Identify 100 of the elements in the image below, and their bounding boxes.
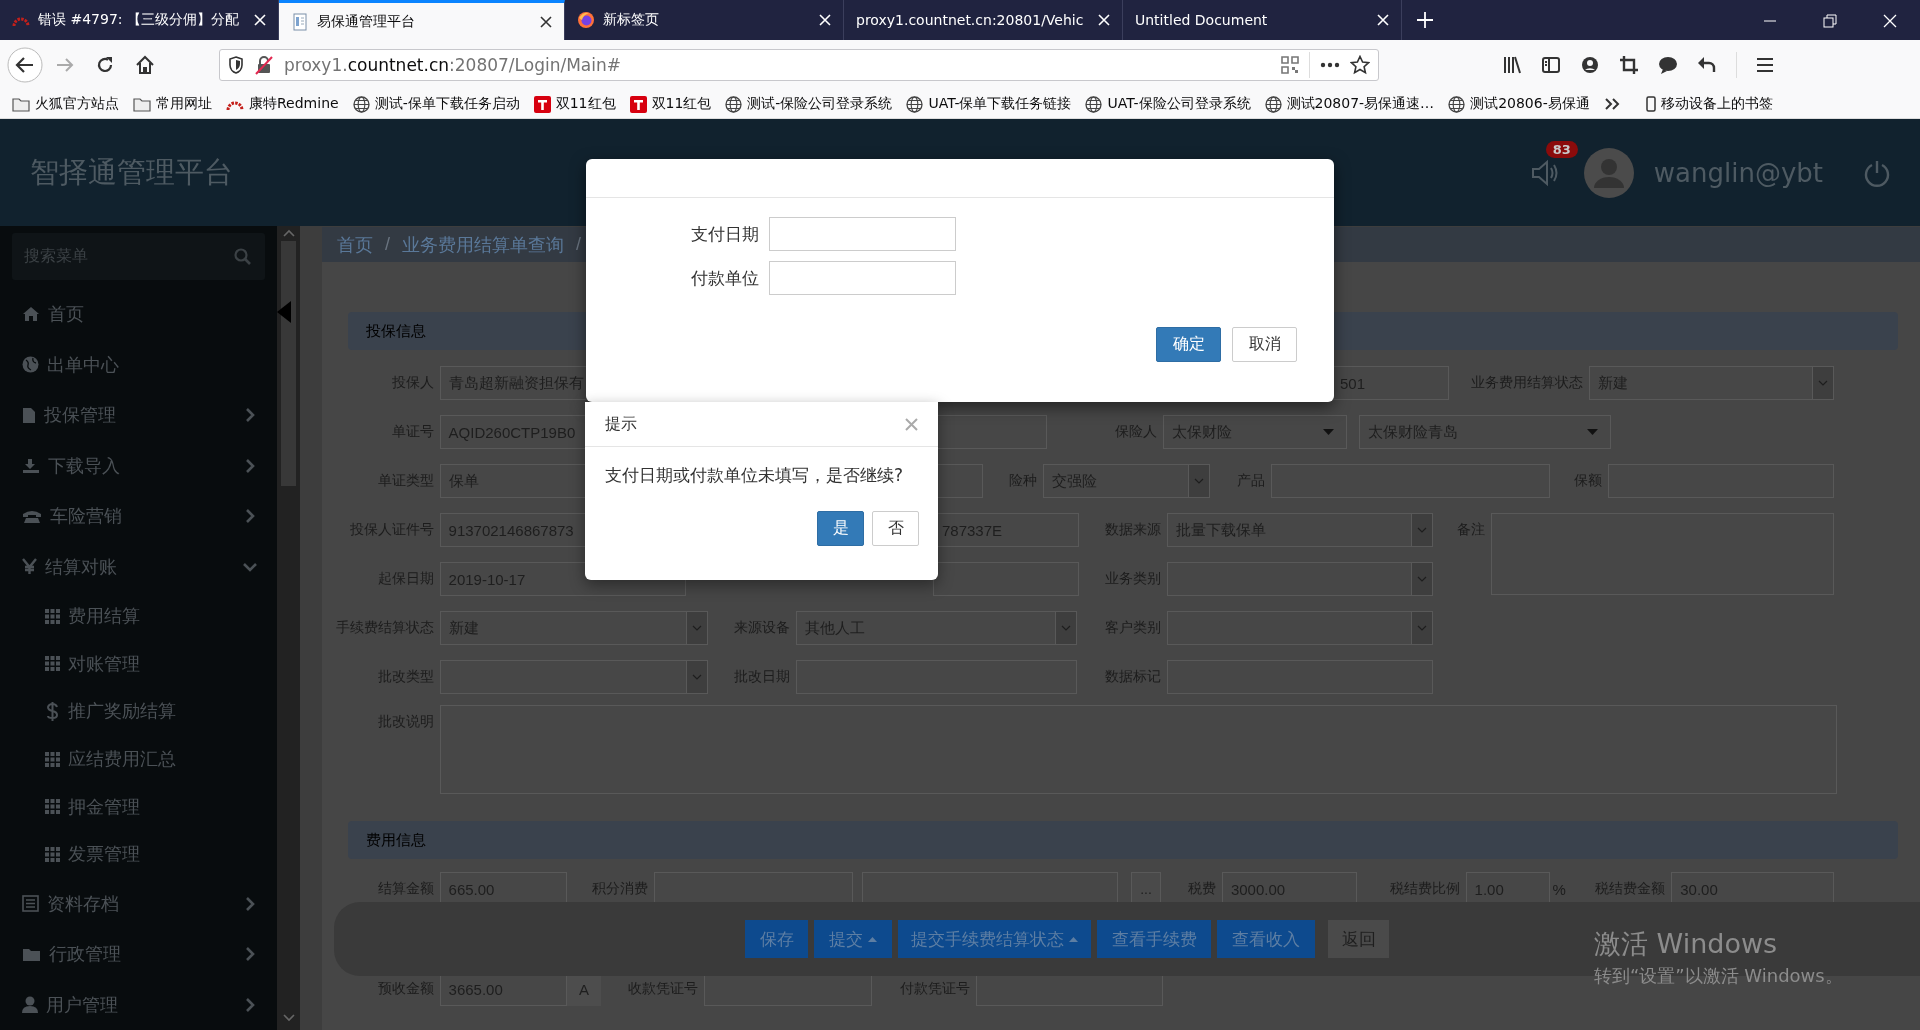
- chat-bubble-icon[interactable]: [1658, 55, 1678, 75]
- undo-arrow-icon[interactable]: [1697, 55, 1717, 75]
- chevron-down-icon: [691, 625, 702, 631]
- menu-item[interactable]: 首页: [0, 288, 277, 340]
- menu-item[interactable]: 行政管理: [0, 928, 277, 980]
- more-dots-icon[interactable]: [1320, 62, 1340, 68]
- globe-icon: [1448, 95, 1466, 113]
- action-button[interactable]: 查看收入: [1217, 920, 1315, 958]
- submenu-item[interactable]: 应结费用汇总: [0, 735, 277, 783]
- folder-icon: [133, 96, 151, 112]
- account-icon[interactable]: [1580, 55, 1600, 75]
- letter-t-icon: [533, 95, 551, 113]
- globe-icon: [725, 95, 743, 113]
- letter-t-icon: [629, 95, 647, 113]
- bookmark[interactable]: 双11红包: [533, 95, 616, 113]
- action-button[interactable]: 提交: [814, 920, 892, 958]
- menu-icon[interactable]: [1756, 57, 1774, 73]
- grid-icon: [45, 799, 60, 815]
- scrollbar-thumb[interactable]: [281, 241, 296, 486]
- browser-tab[interactable]: 易保通管理平台: [279, 0, 565, 40]
- submenu-item[interactable]: 对账管理: [0, 639, 277, 688]
- globe-icon: [22, 356, 39, 374]
- home-icon[interactable]: [135, 55, 155, 75]
- dialog-button[interactable]: 确定: [1156, 327, 1221, 362]
- globe-icon: [906, 95, 924, 113]
- dialog-button[interactable]: 取消: [1232, 327, 1297, 362]
- collapse-triangle-icon[interactable]: [277, 301, 291, 323]
- shield-icon: [228, 56, 244, 74]
- bookmark[interactable]: 移动设备上的书签: [1645, 95, 1773, 113]
- action-button[interactable]: 保存: [745, 920, 808, 958]
- more-chevrons-icon[interactable]: [1603, 97, 1620, 111]
- power-icon[interactable]: [1863, 158, 1891, 187]
- folder-icon: [22, 946, 41, 963]
- qr-code-icon[interactable]: [1281, 56, 1299, 74]
- notification-badge: 83: [1545, 140, 1578, 158]
- unit-label: %: [1552, 879, 1567, 900]
- activation-title: 激活 Windows: [1594, 927, 1779, 961]
- menu-item[interactable]: 下载导入: [0, 440, 277, 492]
- restore-icon[interactable]: [1823, 14, 1837, 28]
- action-button[interactable]: 提交手续费结算状态: [898, 920, 1091, 958]
- bookmark[interactable]: 测试20806-易保通: [1448, 95, 1590, 113]
- back-icon[interactable]: [7, 47, 43, 83]
- globe-icon: [1264, 95, 1282, 113]
- chevron-down-icon: [1416, 625, 1427, 631]
- menu-item[interactable]: 资料存档: [0, 878, 277, 929]
- bookmark[interactable]: 常用网址: [133, 95, 212, 113]
- star-icon[interactable]: [1350, 55, 1370, 75]
- breadcrumb-link[interactable]: 首页: [337, 232, 373, 257]
- insecure-lock-icon: [254, 55, 274, 75]
- menu-item[interactable]: 出单中心: [0, 339, 277, 390]
- new-tab-icon[interactable]: [1416, 11, 1434, 29]
- grid-icon: [45, 656, 60, 672]
- grid-icon: [45, 846, 60, 862]
- user-name[interactable]: wanglin@ybt: [1653, 157, 1823, 188]
- bookmark[interactable]: UAT-保单下载任务链接: [906, 95, 1072, 113]
- scroll-down-icon[interactable]: [282, 1014, 295, 1022]
- sidebar-icon[interactable]: [1541, 55, 1561, 75]
- menu-item[interactable]: 用户管理: [0, 979, 277, 1030]
- select-field[interactable]: [1166, 611, 1433, 645]
- menu-item[interactable]: 结算对账: [0, 541, 277, 593]
- chevron-down-icon: [1416, 527, 1427, 533]
- menu-item[interactable]: 车险营销: [0, 491, 277, 542]
- bookmark[interactable]: 测试-保单下载任务启动: [352, 95, 520, 113]
- bookmark[interactable]: 双11红包: [629, 95, 712, 113]
- caret-down-icon: [1322, 429, 1334, 435]
- library-icon[interactable]: [1502, 55, 1522, 75]
- caret-down-icon: [1587, 429, 1599, 435]
- submenu-item[interactable]: 推广奖励结算: [0, 687, 277, 736]
- scroll-up-icon[interactable]: [282, 229, 295, 237]
- dialog-button[interactable]: 是: [817, 511, 864, 546]
- select-field[interactable]: [1166, 562, 1433, 596]
- bookmark[interactable]: UAT-保险公司登录系统: [1085, 95, 1251, 113]
- bookmark[interactable]: 测试-保险公司登录系统: [725, 95, 893, 113]
- select-field[interactable]: [439, 660, 708, 694]
- file-icon: [22, 406, 36, 424]
- reload-icon[interactable]: [95, 55, 115, 75]
- speaker-icon[interactable]: [1529, 157, 1560, 188]
- globe-icon: [1085, 95, 1103, 113]
- menu-item[interactable]: 投保管理: [0, 389, 277, 441]
- close-icon[interactable]: [540, 15, 552, 28]
- address-bar[interactable]: proxy1.countnet.cn:20807/Login/Main#: [219, 49, 1379, 81]
- action-button[interactable]: 查看手续费: [1097, 920, 1211, 958]
- phone-icon: [1645, 96, 1656, 112]
- submenu-item[interactable]: 押金管理: [0, 782, 277, 831]
- chevron-down-icon: [1818, 380, 1829, 386]
- breadcrumb-link[interactable]: 业务费用结算单查询: [402, 232, 564, 257]
- bookmark[interactable]: 测试20807-易保通速…: [1264, 95, 1435, 113]
- chevron-down-icon: [1416, 576, 1427, 582]
- input-field[interactable]: [933, 562, 1079, 596]
- submenu-item[interactable]: 发票管理: [0, 830, 277, 879]
- dialog-button[interactable]: 否: [872, 511, 919, 546]
- bookmark[interactable]: 康特Redmine: [226, 95, 339, 113]
- yen-icon: [22, 558, 37, 576]
- submenu-item[interactable]: 费用结算: [0, 592, 277, 640]
- bookmark[interactable]: 火狐官方站点: [12, 95, 119, 113]
- dollar-icon: [45, 701, 60, 721]
- avatar-icon[interactable]: [1583, 147, 1634, 198]
- crop-icon[interactable]: [1619, 55, 1639, 75]
- chevron-down-icon: [691, 674, 702, 680]
- grid-icon: [45, 751, 60, 767]
